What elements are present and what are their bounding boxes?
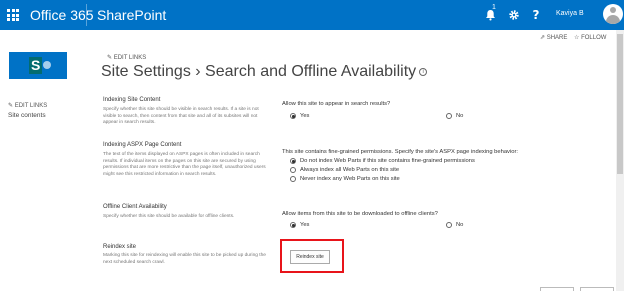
aspx-indexing-question: This site contains fine-grained permissi… [282, 149, 519, 155]
bottom-button-cancel[interactable] [580, 287, 614, 291]
share-button[interactable]: ⇗ SHARE [540, 34, 567, 41]
app-launcher-icon[interactable] [7, 9, 19, 21]
indexing-aspx-description: The text of the items displayed on ASPX … [103, 152, 266, 177]
user-avatar[interactable] [603, 4, 623, 24]
aspx-option-never-index[interactable]: Never index any Web Parts on this site [290, 176, 400, 182]
radio-unselected[interactable] [446, 222, 452, 228]
page-title: Site Settings › Search and Offline Avail… [101, 63, 428, 81]
reindex-site-button[interactable]: Reindex site [290, 250, 330, 264]
radio-selected[interactable] [290, 222, 296, 228]
settings-gear-icon[interactable] [502, 0, 526, 30]
radio-unselected[interactable] [446, 113, 452, 119]
pencil-icon: ✎ [107, 55, 113, 61]
user-name[interactable]: Kaviya B [556, 10, 584, 17]
star-icon: ☆ [574, 35, 580, 41]
reindex-site-description: Marking this site for reindexing will en… [103, 253, 266, 265]
indexing-aspx-heading: Indexing ASPX Page Content [103, 142, 182, 148]
radio-unselected[interactable] [290, 176, 296, 182]
sharepoint-app-title[interactable]: SharePoint [97, 7, 166, 23]
search-visibility-question: Allow this site to appear in search resu… [282, 101, 391, 107]
indexing-site-content-description: Specify whether this site should be visi… [103, 107, 259, 125]
scrollbar-thumb[interactable] [617, 34, 623, 174]
indexing-site-content-heading: Indexing Site Content [103, 97, 161, 103]
offline-availability-heading: Offline Client Availability [103, 204, 167, 210]
brand-divider [86, 4, 87, 26]
radio-selected[interactable] [290, 113, 296, 119]
office365-brand[interactable]: Office 365 [30, 7, 94, 23]
nav-site-contents[interactable]: Site contents [8, 112, 46, 119]
pencil-icon: ✎ [8, 103, 14, 109]
offline-download-yes[interactable]: Yes [290, 222, 309, 228]
suite-bar: Office 365 SharePoint 1 ? Kaviya B [0, 0, 624, 30]
follow-button[interactable]: ☆ FOLLOW [574, 34, 606, 41]
search-visibility-no[interactable]: No [446, 113, 463, 119]
aspx-option-do-not-index[interactable]: Do not index Web Parts if this site cont… [290, 158, 475, 164]
site-logo[interactable]: S [9, 52, 67, 79]
info-icon[interactable]: i [419, 67, 428, 76]
reindex-site-heading: Reindex site [103, 244, 137, 250]
offline-download-no[interactable]: No [446, 222, 463, 228]
search-visibility-yes[interactable]: Yes [290, 113, 309, 119]
notification-count: 1 [492, 4, 496, 11]
bottom-button-ok[interactable] [540, 287, 574, 291]
radio-selected[interactable] [290, 158, 296, 164]
radio-unselected[interactable] [290, 167, 296, 173]
notifications-bell-icon[interactable]: 1 [478, 0, 502, 30]
offline-download-question: Allow items from this site to be downloa… [282, 211, 438, 217]
aspx-option-always-index[interactable]: Always index all Web Parts on this site [290, 167, 399, 173]
help-icon[interactable]: ? [524, 0, 548, 30]
edit-links-top[interactable]: ✎ EDIT LINKS [107, 54, 146, 61]
share-icon: ⇗ [540, 35, 546, 41]
edit-links-left[interactable]: ✎ EDIT LINKS [8, 102, 47, 109]
offline-availability-description: Specify whether this site should be avai… [103, 214, 235, 219]
